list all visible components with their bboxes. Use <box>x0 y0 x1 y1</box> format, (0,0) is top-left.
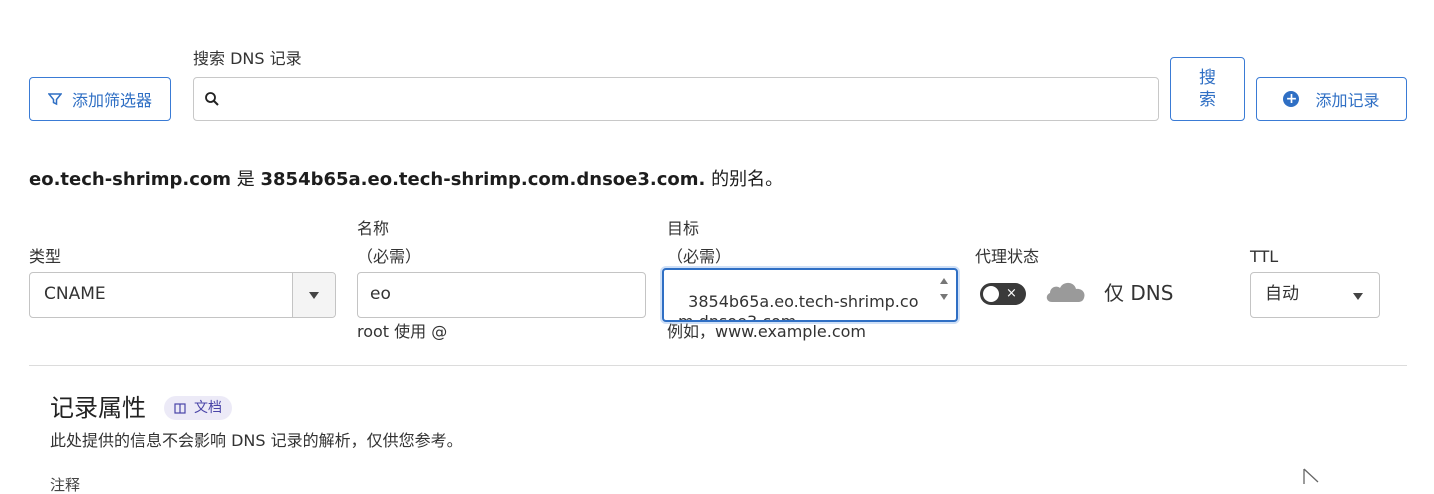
doc-icon <box>174 402 186 414</box>
close-icon: × <box>1006 286 1017 301</box>
ttl-label: TTL <box>1250 247 1279 266</box>
textarea-scroll[interactable] <box>940 278 948 300</box>
target-required: （必需） <box>667 247 732 266</box>
doc-link[interactable]: 文档 <box>164 396 232 420</box>
search-input[interactable] <box>228 80 1158 118</box>
proxy-toggle[interactable]: × <box>980 283 1026 305</box>
proxy-status: 仅 DNS <box>1104 281 1174 305</box>
comment-label: 注释 <box>50 476 81 494</box>
target-label: 目标 <box>667 219 700 238</box>
alias-suffix: 的别名。 <box>711 169 784 190</box>
search-field[interactable] <box>193 77 1159 121</box>
alias-name: eo.tech-shrimp.com <box>29 169 232 190</box>
type-value: CNAME <box>44 284 106 304</box>
alias-is: 是 <box>236 169 255 190</box>
target-hint: 例如，www.example.com <box>667 322 867 341</box>
target-value: 3854b65a.eo.tech-shrimp.com.dnsoe3.com. <box>678 292 919 322</box>
search-button-label: 搜索 <box>1199 68 1216 110</box>
alias-target: 3854b65a.eo.tech-shrimp.com.dnsoe3.com. <box>260 169 706 190</box>
chevron-down-icon <box>309 291 319 299</box>
ttl-select[interactable]: 自动 <box>1250 272 1380 318</box>
add-record-label: 添加记录 <box>1315 91 1380 110</box>
type-dropdown-toggle[interactable] <box>292 273 335 317</box>
name-hint: root 使用 @ <box>357 322 448 341</box>
search-icon <box>205 92 219 106</box>
scroll-up-icon[interactable] <box>940 278 948 284</box>
plus-circle-icon: + <box>1283 91 1300 107</box>
cursor-icon <box>1303 468 1319 484</box>
record-props-description: 此处提供的信息不会影响 DNS 记录的解析，仅供您参考。 <box>50 431 463 450</box>
name-required: （必需） <box>357 247 422 266</box>
toggle-knob <box>983 286 999 302</box>
cloud-icon <box>1045 278 1085 302</box>
filter-icon <box>47 93 62 106</box>
search-label: 搜索 DNS 记录 <box>193 49 302 68</box>
search-button[interactable]: 搜索 <box>1170 57 1245 121</box>
add-record-button[interactable]: + 添加记录 <box>1256 77 1407 121</box>
name-label: 名称 <box>357 219 390 238</box>
name-input[interactable]: eo <box>357 272 646 318</box>
proxy-label: 代理状态 <box>975 247 1040 266</box>
divider <box>29 365 1407 366</box>
type-label: 类型 <box>29 247 62 266</box>
record-props-title: 记录属性 <box>50 394 146 422</box>
target-input[interactable]: 3854b65a.eo.tech-shrimp.com.dnsoe3.com. <box>662 268 958 322</box>
add-filter-button[interactable]: 添加筛选器 <box>29 77 171 121</box>
type-select[interactable]: CNAME <box>29 272 336 318</box>
doc-label: 文档 <box>194 400 222 416</box>
chevron-down-icon <box>1353 293 1363 300</box>
add-filter-label: 添加筛选器 <box>71 91 152 110</box>
scroll-down-icon[interactable] <box>940 294 948 300</box>
alias-notice: eo.tech-shrimp.com 是 3854b65a.eo.tech-sh… <box>29 168 783 192</box>
ttl-value: 自动 <box>1265 284 1299 304</box>
